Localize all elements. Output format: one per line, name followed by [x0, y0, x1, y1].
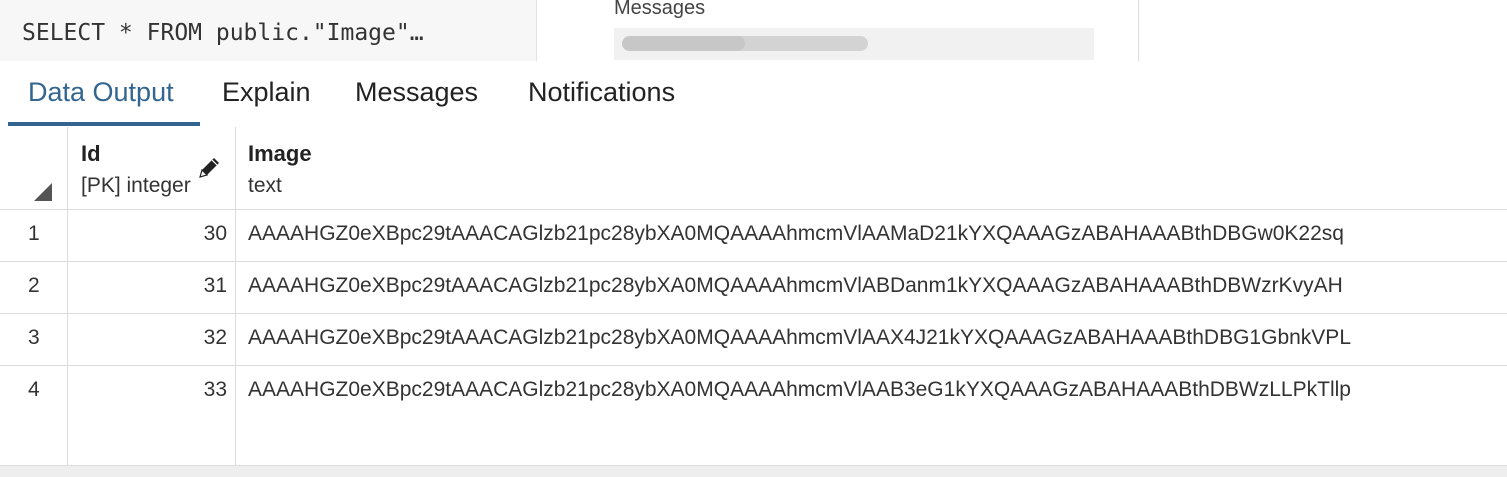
image-value: AAAAHGZ0eXBpc29tAAACAGlzb21pc28ybXA0MQAA…: [248, 274, 1343, 297]
id-value: 32: [203, 326, 227, 349]
table-row[interactable]: 2 31 AAAAHGZ0eXBpc29tAAACAGlzb21pc28ybXA…: [0, 262, 1507, 314]
top-strip: SELECT * FROM public."Image"… Messages: [0, 0, 1507, 61]
result-tabs: Data Output Explain Messages Notificatio…: [0, 61, 1507, 128]
query-text: SELECT * FROM public."Image"…: [22, 20, 424, 46]
image-cell[interactable]: AAAAHGZ0eXBpc29tAAACAGlzb21pc28ybXA0MQAA…: [236, 210, 1507, 261]
table-row[interactable]: 4 33 AAAAHGZ0eXBpc29tAAACAGlzb21pc28ybXA…: [0, 366, 1507, 418]
column-header-image[interactable]: Image text: [236, 127, 1507, 209]
id-cell[interactable]: 30: [68, 210, 236, 261]
row-number-cell[interactable]: 4: [0, 366, 68, 417]
select-all-icon: [34, 183, 52, 201]
column-type: text: [248, 174, 282, 197]
progress-area: [614, 28, 1094, 60]
empty-row-number-cell: [0, 417, 68, 465]
table-row[interactable]: 3 32 AAAAHGZ0eXBpc29tAAACAGlzb21pc28ybXA…: [0, 314, 1507, 366]
column-type: [PK] integer: [81, 174, 191, 197]
query-history-item[interactable]: SELECT * FROM public."Image"…: [0, 0, 537, 61]
id-value: 31: [203, 274, 227, 297]
id-cell[interactable]: 33: [68, 366, 236, 417]
tab-notifications[interactable]: Notifications: [528, 77, 675, 108]
active-tab-indicator: [8, 122, 200, 126]
image-value: AAAAHGZ0eXBpc29tAAACAGlzb21pc28ybXA0MQAA…: [248, 378, 1351, 401]
query-result-window: SELECT * FROM public."Image"… Messages D…: [0, 0, 1507, 477]
row-number-cell[interactable]: 2: [0, 262, 68, 313]
select-all-corner[interactable]: [0, 127, 68, 209]
image-value: AAAAHGZ0eXBpc29tAAACAGlzb21pc28ybXA0MQAA…: [248, 326, 1351, 349]
horizontal-scrollbar[interactable]: [0, 465, 1507, 477]
image-cell[interactable]: AAAAHGZ0eXBpc29tAAACAGlzb21pc28ybXA0MQAA…: [236, 262, 1507, 313]
column-name: Image: [248, 141, 312, 166]
row-number: 4: [28, 378, 40, 401]
row-number: 3: [28, 326, 40, 349]
id-cell[interactable]: 32: [68, 314, 236, 365]
image-value: AAAAHGZ0eXBpc29tAAACAGlzb21pc28ybXA0MQAA…: [248, 222, 1344, 245]
messages-panel: Messages: [596, 0, 1139, 61]
row-number-cell[interactable]: 1: [0, 210, 68, 261]
pencil-icon[interactable]: [196, 155, 222, 181]
row-number: 1: [28, 222, 40, 245]
messages-panel-title: Messages: [614, 0, 706, 19]
empty-id-cell: [68, 417, 236, 465]
table-row[interactable]: 1 30 AAAAHGZ0eXBpc29tAAACAGlzb21pc28ybXA…: [0, 210, 1507, 262]
progress-fill: [622, 36, 745, 51]
empty-grid-area: [0, 417, 1507, 465]
image-cell[interactable]: AAAAHGZ0eXBpc29tAAACAGlzb21pc28ybXA0MQAA…: [236, 366, 1507, 417]
row-number: 2: [28, 274, 40, 297]
row-number-cell[interactable]: 3: [0, 314, 68, 365]
id-value: 33: [203, 378, 227, 401]
image-cell[interactable]: AAAAHGZ0eXBpc29tAAACAGlzb21pc28ybXA0MQAA…: [236, 314, 1507, 365]
id-value: 30: [203, 222, 227, 245]
id-cell[interactable]: 31: [68, 262, 236, 313]
column-name: Id: [81, 141, 101, 166]
tab-explain[interactable]: Explain: [222, 77, 311, 108]
data-grid: Id [PK] integer Image text 1 30 AAAAHGZ0…: [0, 127, 1507, 477]
tab-data-output[interactable]: Data Output: [28, 77, 174, 108]
grid-header: Id [PK] integer Image text: [0, 127, 1507, 210]
column-header-id[interactable]: Id [PK] integer: [68, 127, 236, 209]
progress-bar: [622, 36, 868, 51]
tab-messages[interactable]: Messages: [355, 77, 478, 108]
